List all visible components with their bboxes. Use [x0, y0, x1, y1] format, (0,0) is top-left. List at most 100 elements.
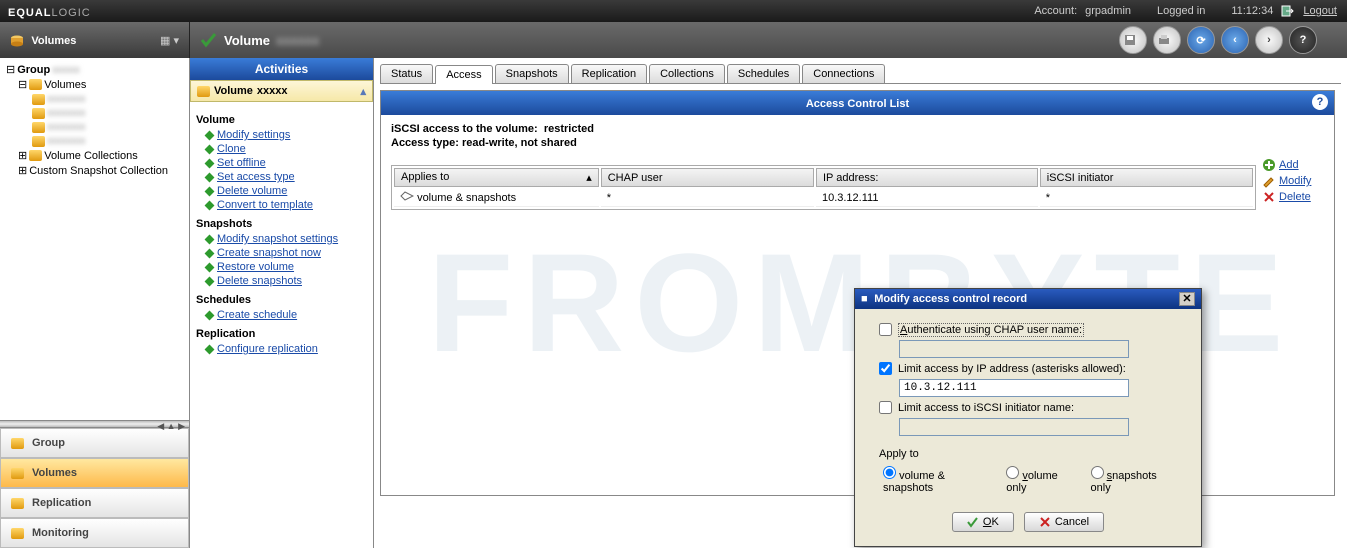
- forward-button[interactable]: ›: [1255, 26, 1283, 54]
- left-sidebar: ⊟ Group xxxxx ⊟ Volumes xxxxxxx xxxxxxx …: [0, 58, 190, 548]
- tree-root[interactable]: ⊟ Group xxxxx: [4, 62, 185, 77]
- nav-monitoring[interactable]: Monitoring: [0, 518, 189, 548]
- diamond-icon: [205, 172, 215, 182]
- chap-input: [899, 340, 1129, 358]
- link-create-snap[interactable]: Create snapshot now: [196, 246, 367, 260]
- panel-help-icon[interactable]: ?: [1312, 94, 1328, 110]
- tree-item[interactable]: xxxxxxx: [4, 106, 185, 120]
- nav-replication[interactable]: Replication: [0, 488, 189, 518]
- link-modify-settings[interactable]: Modify settings: [196, 128, 367, 142]
- tree-collections[interactable]: ⊞ Volume Collections: [4, 148, 185, 163]
- tab-access[interactable]: Access: [435, 65, 492, 84]
- link-convert-template[interactable]: Convert to template: [196, 198, 367, 212]
- table-header: Applies to ▴ CHAP user IP address: iSCSI…: [394, 168, 1253, 187]
- nav-volumes[interactable]: Volumes: [0, 458, 189, 488]
- bottom-nav: Group Volumes Replication Monitoring: [0, 428, 189, 548]
- access-type-line: Access type: read-write, not shared: [391, 137, 1324, 149]
- delete-icon: [1262, 190, 1276, 204]
- save-button[interactable]: [1119, 26, 1147, 54]
- diamond-icon: [205, 186, 215, 196]
- iscsi-access-line: iSCSI access to the volume: restricted: [391, 123, 1324, 135]
- logout-link[interactable]: Logout: [1303, 5, 1337, 17]
- tab-connections[interactable]: Connections: [802, 64, 885, 83]
- tree-item[interactable]: xxxxxxx: [4, 120, 185, 134]
- ip-input[interactable]: [899, 379, 1129, 397]
- link-set-offline[interactable]: Set offline: [196, 156, 367, 170]
- link-modify-snap[interactable]: Modify snapshot settings: [196, 232, 367, 246]
- group-schedules: Schedules: [196, 294, 367, 306]
- activities-sub[interactable]: Volumexxxxx▴: [190, 80, 373, 102]
- link-configure-repl[interactable]: Configure replication: [196, 342, 367, 356]
- back-button[interactable]: ‹: [1221, 26, 1249, 54]
- action-add[interactable]: Add: [1262, 157, 1324, 173]
- ok-button[interactable]: OK: [952, 512, 1014, 532]
- init-label: Limit access to iSCSI initiator name:: [898, 402, 1074, 414]
- radio-snap-only[interactable]: snapshots only: [1091, 466, 1177, 494]
- help-button[interactable]: ?: [1289, 26, 1317, 54]
- close-button[interactable]: ✕: [1179, 292, 1195, 306]
- tab-status[interactable]: Status: [380, 64, 433, 83]
- logout-icon: [1281, 4, 1295, 18]
- panel-title: Access Control List ?: [381, 91, 1334, 115]
- diamond-icon: [205, 130, 215, 140]
- chap-checkbox[interactable]: [879, 323, 892, 336]
- stack-icon: [11, 438, 24, 449]
- add-icon: [1262, 158, 1276, 172]
- link-create-schedule[interactable]: Create schedule: [196, 308, 367, 322]
- link-set-access-type[interactable]: Set access type: [196, 170, 367, 184]
- top-bar: EQUALLOGIC Account: grpadmin Logged in 1…: [0, 0, 1347, 22]
- stack-icon: [11, 468, 24, 479]
- diamond-icon: [205, 144, 215, 154]
- cancel-button[interactable]: Cancel: [1024, 512, 1104, 532]
- diamond-icon: [205, 200, 215, 210]
- chap-label: Authenticate using CHAP user name:: [898, 324, 1084, 336]
- refresh-button[interactable]: ⟳: [1187, 26, 1215, 54]
- tree-volumes[interactable]: ⊟ Volumes: [4, 77, 185, 92]
- clock: 11:12:34: [1231, 5, 1273, 17]
- tab-replication[interactable]: Replication: [571, 64, 647, 83]
- nav-tree[interactable]: ⊟ Group xxxxx ⊟ Volumes xxxxxxx xxxxxxx …: [0, 58, 189, 420]
- table-row[interactable]: volume & snapshots * 10.3.12.111 *: [394, 189, 1253, 207]
- chap-row: Authenticate using CHAP user name:: [879, 323, 1177, 336]
- init-checkbox[interactable]: [879, 401, 892, 414]
- link-restore-vol[interactable]: Restore volume: [196, 260, 367, 274]
- nav-group[interactable]: Group: [0, 428, 189, 458]
- link-delete-snap[interactable]: Delete snapshots: [196, 274, 367, 288]
- action-delete[interactable]: Delete: [1262, 189, 1324, 205]
- volumes-icon: [10, 35, 24, 47]
- tab-collections[interactable]: Collections: [649, 64, 725, 83]
- ip-checkbox[interactable]: [879, 362, 892, 375]
- action-modify[interactable]: Modify: [1262, 173, 1324, 189]
- radio-vol-only[interactable]: volume only: [1006, 466, 1078, 494]
- link-clone[interactable]: Clone: [196, 142, 367, 156]
- activities-title: Activities: [190, 58, 373, 80]
- logged-in-label: Logged in: [1157, 5, 1205, 17]
- ip-label: Limit access by IP address (asterisks al…: [898, 363, 1126, 375]
- tree-item[interactable]: xxxxxxx: [4, 92, 185, 106]
- tab-snapshots[interactable]: Snapshots: [495, 64, 569, 83]
- acl-table: Applies to ▴ CHAP user IP address: iSCSI…: [391, 165, 1256, 210]
- diamond-icon: [205, 262, 215, 272]
- page-title: Volume: [224, 33, 270, 48]
- row-icon: [400, 191, 414, 201]
- check-icon: [967, 516, 979, 528]
- init-input: [899, 418, 1129, 436]
- diamond-icon: [205, 248, 215, 258]
- print-button[interactable]: [1153, 26, 1181, 54]
- left-header: Volumes ▦ ▾: [0, 22, 190, 58]
- edit-icon: [1262, 174, 1276, 188]
- splitter[interactable]: ◀ ▲ ▶: [0, 420, 189, 428]
- tab-bar: Status Access Snapshots Replication Coll…: [380, 64, 1341, 84]
- view-menu-icon[interactable]: ▦ ▾: [160, 34, 179, 47]
- tree-snap-collections[interactable]: ⊞ Custom Snapshot Collection: [4, 163, 185, 178]
- account-value: grpadmin: [1085, 5, 1131, 17]
- link-delete-volume[interactable]: Delete volume: [196, 184, 367, 198]
- db-icon: [29, 79, 42, 90]
- dialog-title-bar[interactable]: ■ Modify access control record ✕: [855, 289, 1201, 309]
- radio-vol-snap[interactable]: volume & snapshots: [883, 466, 994, 494]
- tab-schedules[interactable]: Schedules: [727, 64, 800, 83]
- ip-row: Limit access by IP address (asterisks al…: [879, 362, 1177, 375]
- content-area: FROMBYTE Status Access Snapshots Replica…: [374, 58, 1347, 548]
- stack-icon: [11, 498, 24, 509]
- tree-item[interactable]: xxxxxxx: [4, 134, 185, 148]
